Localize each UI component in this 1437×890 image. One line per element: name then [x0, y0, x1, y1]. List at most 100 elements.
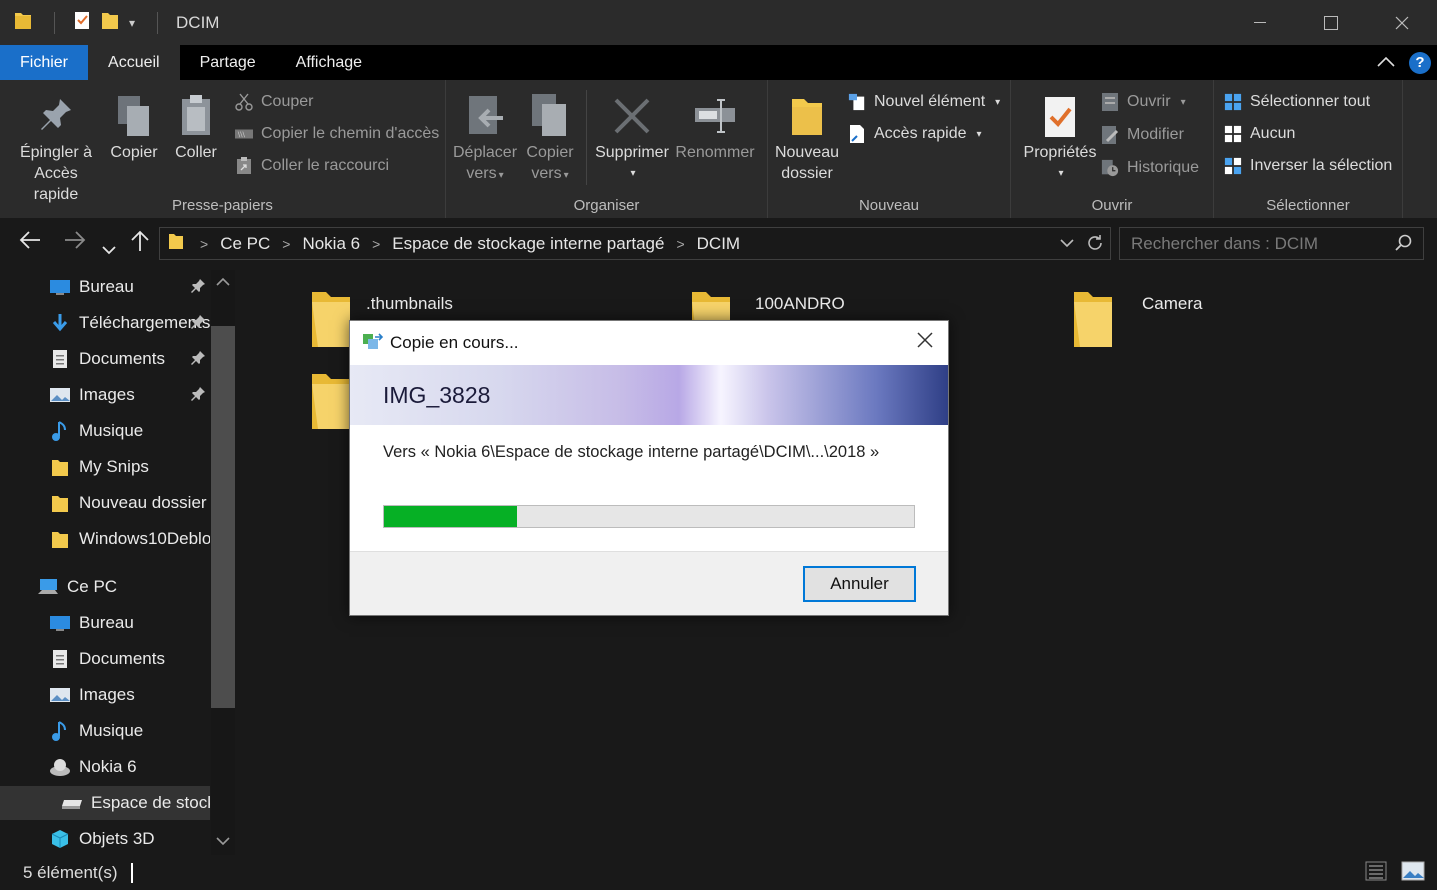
- download-icon: [49, 313, 71, 333]
- new-item-label: Nouvel élément: [874, 93, 986, 110]
- folder-camera[interactable]: Camera: [1072, 288, 1202, 355]
- sidebar-item-windows10debloater[interactable]: Windows10Debloater: [0, 522, 210, 556]
- cancel-button[interactable]: Annuler: [803, 566, 916, 602]
- paste-shortcut-button[interactable]: Coller le raccourci: [235, 157, 389, 175]
- copy-to-label-line1: Copier: [526, 144, 574, 161]
- edit-label: Modifier: [1127, 126, 1184, 143]
- sidebar-item-quick-music[interactable]: Musique: [0, 414, 210, 448]
- minimize-button[interactable]: [1224, 0, 1295, 45]
- sidebar-item-label: My Snips: [79, 457, 149, 476]
- copy-button[interactable]: Copier: [109, 90, 159, 163]
- edit-button[interactable]: Modifier: [1101, 126, 1184, 144]
- search-placeholder: Rechercher dans : DCIM: [1131, 233, 1319, 253]
- select-none-icon: [1224, 125, 1242, 143]
- search-icon[interactable]: [1395, 234, 1413, 257]
- tab-file[interactable]: Fichier: [0, 45, 89, 80]
- easy-access-icon: [848, 125, 866, 143]
- sidebar-item-this-pc[interactable]: Ce PC: [0, 570, 210, 604]
- properties-dropdown-icon[interactable]: ▾: [1058, 163, 1063, 184]
- status-bar: 5 élément(s): [0, 855, 1437, 890]
- sidebar-item-quick-downloads[interactable]: Téléchargements: [0, 306, 210, 340]
- tab-share[interactable]: Partage: [180, 45, 276, 80]
- collapse-ribbon-icon[interactable]: [1377, 54, 1395, 72]
- select-all-button[interactable]: Sélectionner tout: [1224, 93, 1370, 111]
- back-arrow-icon[interactable]: [19, 230, 41, 256]
- sidebar-item-quick-desktop[interactable]: Bureau: [0, 270, 210, 304]
- breadcrumb-this-pc[interactable]: Ce PC: [220, 234, 270, 254]
- sidebar-scrollbar[interactable]: [211, 270, 235, 855]
- desktop-icon: [49, 613, 71, 633]
- history-label: Historique: [1127, 159, 1200, 176]
- new-folder-label-line2: dossier: [781, 165, 833, 182]
- delete-button[interactable]: Supprimer ▾: [594, 90, 670, 184]
- sidebar-item-internal-storage[interactable]: Espace de stockage interne partagé: [0, 786, 210, 820]
- open-button[interactable]: Ouvrir ▾: [1101, 93, 1186, 111]
- delete-x-icon: [610, 90, 654, 142]
- folder-icon: [49, 529, 71, 549]
- address-bar[interactable]: > Ce PC > Nokia 6 > Espace de stockage i…: [159, 227, 1111, 260]
- scroll-thumb[interactable]: [211, 326, 235, 708]
- breadcrumb-nokia[interactable]: Nokia 6: [302, 234, 360, 254]
- large-icons-view-icon[interactable]: [1401, 861, 1425, 886]
- close-icon[interactable]: [916, 331, 934, 355]
- sidebar-item-quick-documents[interactable]: Documents: [0, 342, 210, 376]
- tab-view[interactable]: Affichage: [276, 45, 382, 80]
- details-view-icon[interactable]: [1365, 861, 1387, 886]
- scroll-up-chevron-icon[interactable]: [216, 276, 230, 290]
- sidebar-item-nokia-6[interactable]: Nokia 6: [0, 750, 210, 784]
- refresh-icon[interactable]: [1086, 233, 1104, 258]
- move-to-label-line1: Déplacer: [452, 144, 518, 161]
- delete-dropdown-icon[interactable]: ▾: [630, 163, 635, 184]
- new-folder-quick-icon[interactable]: [101, 10, 119, 35]
- cut-button[interactable]: Couper: [235, 93, 313, 111]
- recent-locations-chevron-icon[interactable]: [102, 235, 116, 261]
- sidebar-item-label: Musique: [79, 421, 144, 440]
- sidebar-item-pc-desktop[interactable]: Bureau: [0, 606, 210, 640]
- copy-path-button[interactable]: \\\ Copier le chemin d'accès: [235, 125, 439, 143]
- select-none-button[interactable]: Aucun: [1224, 125, 1295, 143]
- address-history-chevron-icon[interactable]: [1060, 233, 1074, 258]
- pinned-icon: [190, 386, 206, 407]
- item-count: 5 élément(s): [23, 862, 118, 882]
- copy-to-button[interactable]: Copier vers ▾: [522, 90, 578, 186]
- customize-quick-access-icon[interactable]: ▾: [129, 16, 135, 30]
- breadcrumb-dcim[interactable]: DCIM: [697, 234, 740, 254]
- sidebar-item-pc-images[interactable]: Images: [0, 678, 210, 712]
- properties-button[interactable]: Propriétés ▾: [1017, 90, 1103, 184]
- breadcrumb-separator-icon: >: [372, 235, 381, 252]
- sidebar-item-pc-music[interactable]: Musique: [0, 714, 210, 748]
- navigation-pane: Bureau Téléchargements Documents Images …: [0, 270, 236, 855]
- new-item-button[interactable]: Nouvel élément ▾: [848, 93, 1000, 111]
- pinned-icon: [190, 278, 206, 299]
- sidebar-item-my-snips[interactable]: My Snips: [0, 450, 210, 484]
- paste-button[interactable]: Coller: [171, 90, 221, 163]
- invert-selection-label: Inverser la sélection: [1250, 157, 1393, 174]
- properties-quick-icon[interactable]: [73, 10, 91, 35]
- maximize-button[interactable]: [1295, 0, 1366, 45]
- delete-label: Supprimer: [595, 144, 669, 161]
- cut-label: Couper: [261, 93, 314, 110]
- scroll-down-chevron-icon[interactable]: [216, 835, 230, 849]
- new-folder-button[interactable]: Nouveau dossier: [774, 90, 840, 184]
- help-icon[interactable]: ?: [1409, 51, 1431, 74]
- open-label: Ouvrir: [1127, 93, 1171, 110]
- tab-home[interactable]: Accueil: [88, 45, 180, 80]
- up-arrow-icon[interactable]: [131, 230, 149, 258]
- sidebar-item-new-folder[interactable]: Nouveau dossier: [0, 486, 210, 520]
- move-to-button[interactable]: Déplacer vers ▾: [452, 90, 518, 186]
- easy-access-button[interactable]: Accès rapide ▾: [848, 125, 982, 143]
- invert-selection-button[interactable]: Inverser la sélection: [1224, 157, 1392, 175]
- sidebar-item-3d-objects[interactable]: Objets 3D: [0, 822, 210, 855]
- forward-arrow-icon[interactable]: [64, 230, 86, 256]
- close-window-button[interactable]: [1366, 0, 1437, 45]
- sidebar-item-pc-documents[interactable]: Documents: [0, 642, 210, 676]
- breadcrumb-storage[interactable]: Espace de stockage interne partagé: [392, 234, 664, 254]
- rename-label: Renommer: [675, 144, 755, 161]
- rename-button[interactable]: Renommer: [674, 90, 756, 163]
- history-button[interactable]: Historique: [1101, 159, 1199, 177]
- sidebar-item-quick-images[interactable]: Images: [0, 378, 210, 412]
- 3d-objects-icon: [49, 829, 71, 849]
- computer-icon: [37, 577, 59, 597]
- pin-quick-access-button[interactable]: Épingler à Accès rapide: [10, 90, 102, 205]
- search-input[interactable]: Rechercher dans : DCIM: [1119, 227, 1424, 260]
